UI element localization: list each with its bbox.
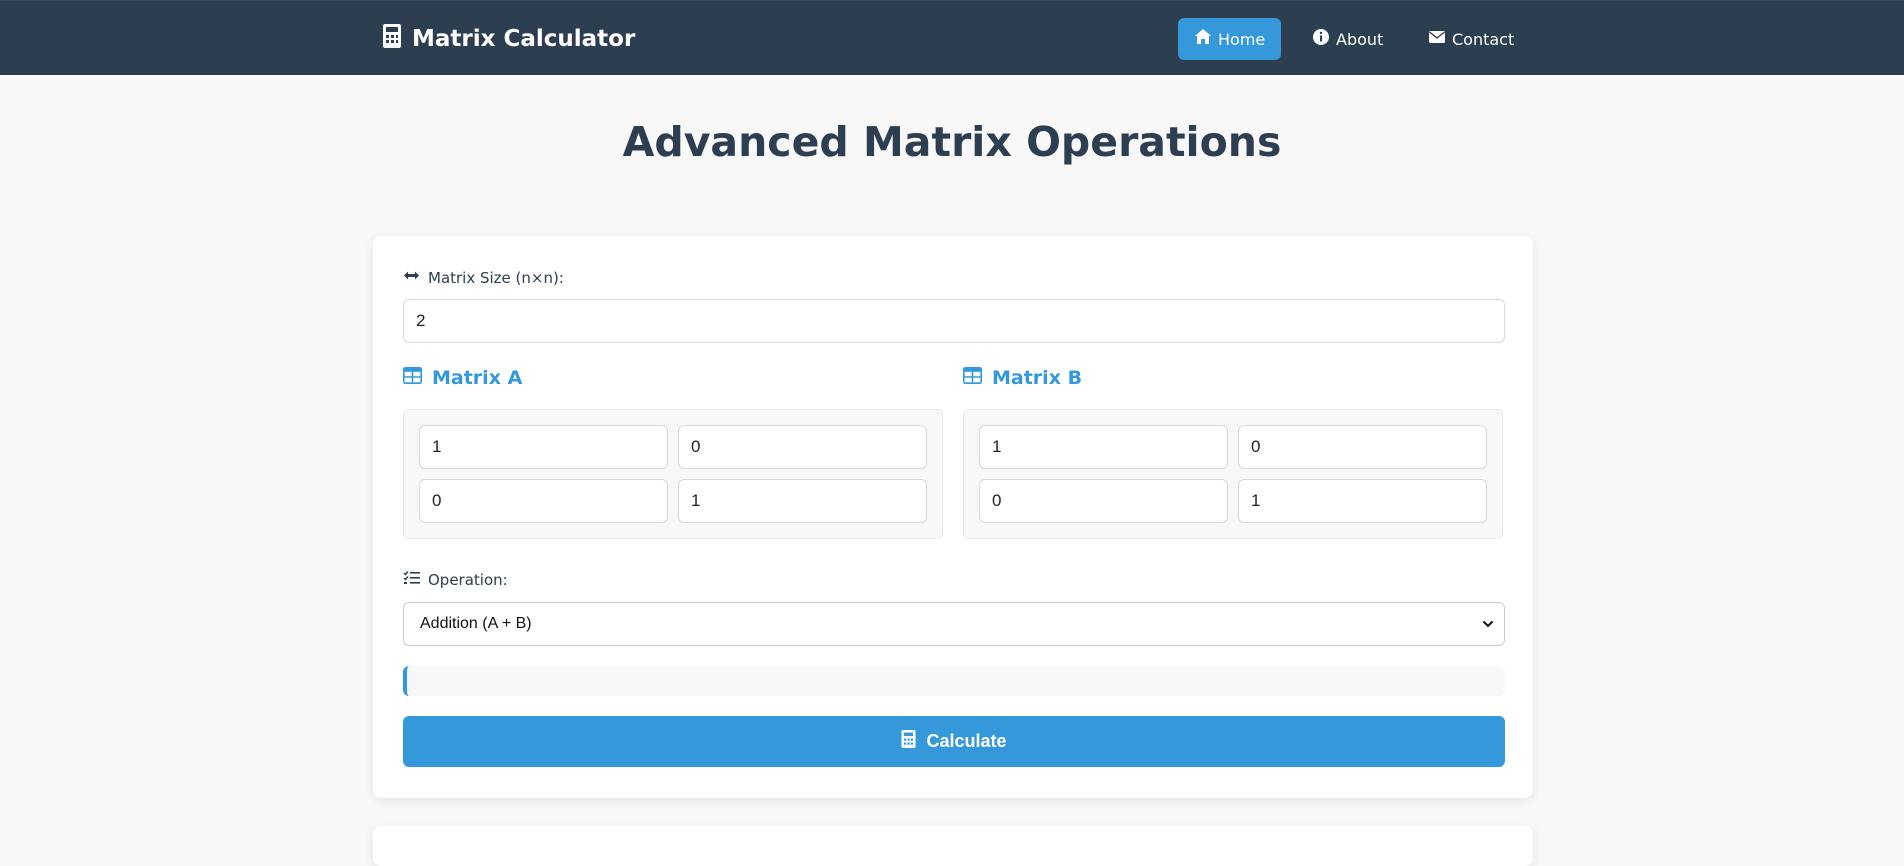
table-icon <box>963 367 982 389</box>
calculator-icon <box>382 24 402 54</box>
matrix-b-cell[interactable] <box>979 425 1228 469</box>
operation-selected-value: Addition (A + B) <box>420 615 532 632</box>
matrix-a-cell[interactable] <box>419 479 668 523</box>
operation-label-text: Operation: <box>428 570 508 589</box>
matrix-a-heading: Matrix A <box>403 367 522 389</box>
brand-title: Matrix Calculator <box>412 26 636 52</box>
operation-select[interactable]: Addition (A + B) <box>403 602 1505 646</box>
envelope-icon <box>1428 28 1446 50</box>
nav-home[interactable]: Home <box>1178 18 1282 60</box>
matrix-size-input[interactable] <box>403 299 1505 343</box>
nav-home-label: Home <box>1218 29 1266 49</box>
page-title: Advanced Matrix Operations <box>622 118 1282 166</box>
matrix-a-cell[interactable] <box>678 425 927 469</box>
result-area <box>403 666 1505 696</box>
matrix-size-label: Matrix Size (n×n): <box>403 268 564 287</box>
home-icon <box>1194 28 1212 50</box>
calculator-icon <box>901 730 916 753</box>
matrix-size-label-text: Matrix Size (n×n): <box>428 268 564 287</box>
calculate-button-label: Calculate <box>926 731 1007 751</box>
matrix-b-cell[interactable] <box>1238 479 1487 523</box>
matrix-b-title: Matrix B <box>992 367 1083 389</box>
list-check-icon <box>403 570 420 589</box>
arrows-horizontal-icon <box>403 268 420 287</box>
results-card <box>373 826 1533 866</box>
chevron-down-icon <box>1482 617 1494 631</box>
matrix-b-heading: Matrix B <box>963 367 1082 389</box>
nav-contact-label: Contact <box>1452 29 1515 49</box>
calculate-button[interactable]: Calculate <box>403 716 1505 767</box>
operation-label: Operation: <box>403 570 508 589</box>
brand[interactable]: Matrix Calculator <box>382 24 635 54</box>
nav-about-label: About <box>1336 29 1384 49</box>
matrix-a-cell[interactable] <box>678 479 927 523</box>
calculator-card: Matrix Size (n×n): Matrix A Matrix B Ope… <box>373 236 1533 798</box>
navbar: Matrix Calculator Home About Contact <box>0 0 1904 75</box>
matrix-a-grid <box>403 409 943 539</box>
matrix-a-cell[interactable] <box>419 425 668 469</box>
matrix-b-grid <box>963 409 1503 539</box>
matrix-b-cell[interactable] <box>979 479 1228 523</box>
nav-contact[interactable]: Contact <box>1412 18 1530 60</box>
nav-about[interactable]: About <box>1296 18 1399 60</box>
info-icon <box>1312 28 1330 50</box>
table-icon <box>403 367 422 389</box>
matrix-a-title: Matrix A <box>432 367 523 389</box>
matrix-b-cell[interactable] <box>1238 425 1487 469</box>
